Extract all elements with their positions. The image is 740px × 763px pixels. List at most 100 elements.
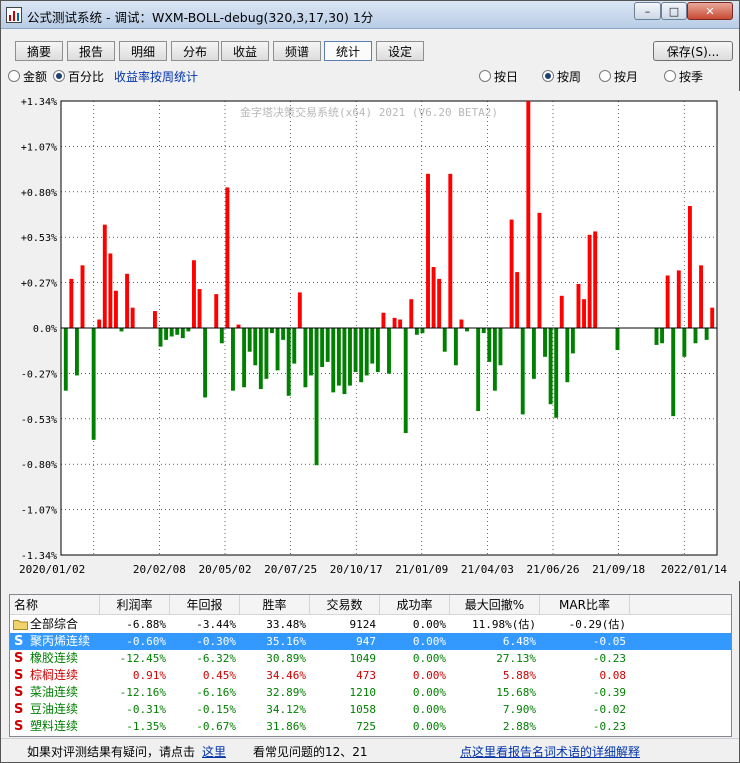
tab-spectrum[interactable]: 频谱	[273, 41, 321, 61]
chart-bar	[281, 328, 286, 340]
tab-settings[interactable]: 设定	[376, 41, 424, 61]
title-bar[interactable]: 公式测试系统 - 调试：WXM-BOLL-debug(320,3,17,30) …	[1, 1, 739, 29]
symbol-s-icon: S	[14, 668, 24, 683]
weekly-stats-link[interactable]: 收益率按周统计	[114, 67, 198, 85]
col-header-mar[interactable]: MAR比率	[540, 595, 630, 615]
col-header-drawdown[interactable]: 最大回撤%	[450, 595, 540, 615]
chart-bar	[414, 328, 419, 335]
tab-distribution[interactable]: 分布	[171, 41, 219, 61]
chart-bar	[63, 328, 68, 391]
table-row[interactable]: S 豆油连续 -0.31% -0.15% 34.12% 1058 0.00% 7.90% -0.…	[10, 701, 731, 718]
chart-bar	[693, 328, 698, 344]
radio-percent[interactable]: 百分比	[53, 67, 104, 85]
symbol-stats-table[interactable]: 名称 利润率 年回报 胜率 交易数 成功率 最大回撤% MAR比率 全部综合 -6…	[9, 594, 732, 737]
cell-drawdown: 15.68%	[496, 686, 536, 699]
y-tick-label: +0.27%	[21, 279, 57, 290]
cell-annual: -6.16%	[196, 686, 236, 699]
x-tick-label: 2020/01/02	[19, 563, 85, 576]
close-button[interactable]: ✕	[687, 2, 733, 20]
cell-profit: -6.88%	[126, 618, 166, 631]
cell-mar: 0.08	[599, 669, 627, 682]
chart-bar	[242, 328, 247, 388]
tab-summary[interactable]: 摘要	[15, 41, 63, 61]
chart-bar	[320, 328, 325, 367]
faq-text: 看常见问题的12、21	[253, 745, 368, 759]
chart-bar	[459, 319, 464, 328]
chart-bar	[448, 173, 453, 328]
cell-trades: 473	[356, 669, 376, 682]
chart-bar	[192, 260, 196, 328]
tab-statistics[interactable]: 统计	[324, 41, 372, 61]
cell-mar: -0.23	[592, 720, 626, 733]
chart-bar	[297, 292, 302, 328]
cell-trades: 725	[356, 720, 376, 733]
cell-profit: -1.35%	[126, 720, 166, 733]
col-header-profit[interactable]: 利润率	[100, 595, 170, 615]
symbol-s-icon: S	[14, 634, 24, 649]
cell-win: 32.89%	[266, 686, 306, 699]
col-header-win[interactable]: 胜率	[240, 595, 310, 615]
table-row[interactable]: S 塑料连续 -1.35% -0.67% 31.86% 725 0.00% 2.88% -0.2…	[10, 718, 731, 735]
cell-drawdown: 6.48%	[502, 635, 536, 648]
radio-period-day[interactable]: 按日	[479, 67, 518, 85]
symbol-s-icon: S	[14, 702, 24, 717]
radio-period-season[interactable]: 按季	[664, 67, 703, 85]
cell-annual: -6.32%	[196, 652, 236, 665]
chart-bar	[231, 328, 235, 391]
table-row[interactable]: S 菜油连续 -12.16% -6.16% 32.89% 1210 0.00% 15.68% -…	[10, 684, 731, 701]
radio-amount[interactable]: 金额	[8, 67, 47, 85]
glossary-link[interactable]: 点这里看报告名词术语的详细解释	[460, 743, 640, 760]
save-button[interactable]: 保存(S)...	[653, 41, 733, 61]
tab-details[interactable]: 明细	[119, 41, 167, 61]
maximize-button[interactable]: □	[661, 2, 687, 20]
table-row[interactable]: S 橡胶连续 -12.45% -6.32% 30.89% 1049 0.00% 27.13% -…	[10, 650, 731, 667]
col-header-name[interactable]: 名称	[10, 595, 100, 615]
chart-bar	[258, 328, 263, 389]
cell-trades: 1049	[349, 652, 377, 665]
table-row[interactable]: S 棕榈连续 0.91% 0.45% 34.46% 473 0.00% 5.88% 0.08	[10, 667, 731, 684]
chart-bar	[515, 272, 520, 328]
chart-bar	[526, 101, 531, 328]
col-header-success[interactable]: 成功率	[380, 595, 450, 615]
tab-returns[interactable]: 收益	[221, 41, 269, 61]
cell-profit: -0.31%	[126, 703, 166, 716]
table-row[interactable]: S 聚丙烯连续 -0.60% -0.30% 35.16% 947 0.00% 6.48% -0.…	[10, 633, 731, 650]
tab-report[interactable]: 报告	[67, 41, 115, 61]
chart-bar	[325, 328, 330, 362]
chart-bar	[548, 328, 553, 405]
chart-bar	[654, 328, 659, 345]
cell-success: 0.00%	[412, 618, 446, 631]
chart-bar	[492, 328, 497, 391]
chart-bar	[247, 328, 252, 352]
cell-annual: 0.45%	[202, 669, 236, 682]
folder-icon	[13, 620, 28, 630]
app-window: 公式测试系统 - 调试：WXM-BOLL-debug(320,3,17,30) …	[0, 0, 740, 763]
col-header-annual[interactable]: 年回报	[170, 595, 240, 615]
chart-bar	[342, 328, 347, 395]
chart-bar	[331, 328, 336, 393]
table-row[interactable]: 全部综合 -6.88% -3.44% 33.48% 9124 0.00% 11.98%(估)…	[10, 616, 731, 633]
radio-period-month[interactable]: 按月	[599, 67, 638, 85]
chart-bar	[153, 311, 157, 328]
chart-bar	[398, 319, 403, 328]
x-tick-label: 21/09/18	[592, 563, 645, 576]
chart-bar	[409, 299, 414, 328]
chart-bar	[442, 328, 447, 352]
cell-mar: -0.05	[592, 635, 626, 648]
question-text: 如果对评测结果有疑问，请点击	[27, 745, 196, 759]
symbol-s-icon: S	[14, 651, 24, 666]
chart-bar	[69, 278, 74, 328]
cell-profit: -0.60%	[126, 635, 166, 648]
col-header-trades[interactable]: 交易数	[310, 595, 380, 615]
radio-period-week[interactable]: 按周	[542, 67, 581, 85]
chart-bar	[381, 312, 386, 328]
close-icon: ✕	[705, 4, 715, 18]
y-tick-label: -1.07%	[21, 506, 57, 517]
minimize-button[interactable]: –	[634, 2, 661, 20]
here-link[interactable]: 这里	[202, 743, 226, 760]
minimize-icon: –	[644, 4, 651, 18]
chart-bar	[387, 328, 391, 374]
chart-bar	[175, 328, 180, 335]
table-header: 名称 利润率 年回报 胜率 交易数 成功率 最大回撤% MAR比率	[10, 595, 731, 615]
chart-bar	[370, 328, 375, 364]
